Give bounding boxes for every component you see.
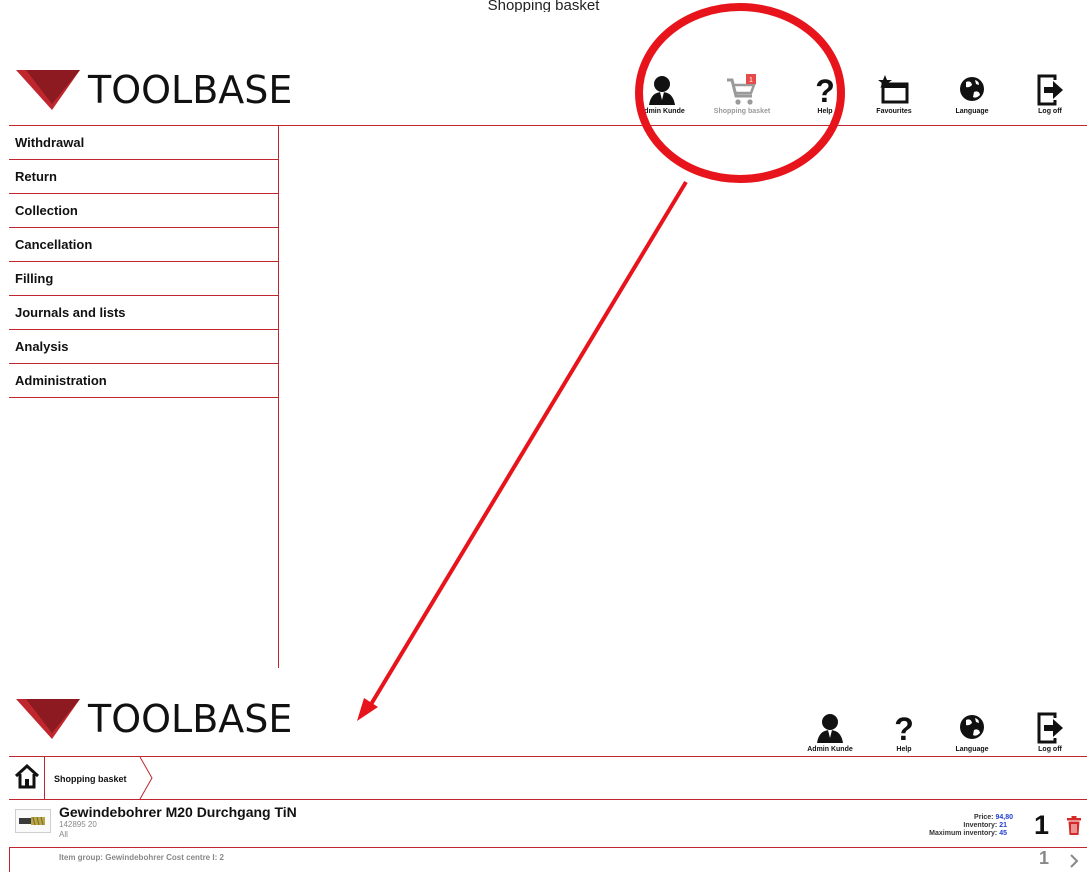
inventory-label: Inventory:: [963, 822, 998, 829]
menu-item-analysis[interactable]: Analysis: [9, 330, 278, 364]
header-admin-label: Admin Kunde: [639, 108, 685, 115]
bottom-header-admin-button[interactable]: Admin Kunde: [798, 712, 862, 753]
item-group: Item group: Gewindebohrer Cost centre I:…: [59, 853, 224, 862]
header-help-button[interactable]: ? Help: [793, 74, 857, 115]
header-favourites-button[interactable]: Favourites: [862, 74, 926, 115]
item-thumbnail: [15, 809, 51, 833]
app-logo: TOOLBASE: [16, 68, 292, 112]
main-menu: Withdrawal Return Collection Cancellatio…: [9, 126, 278, 398]
breadcrumb-separator: [44, 757, 45, 799]
header-shopping-basket-label: Shopping basket: [713, 108, 771, 115]
user-icon: [817, 714, 843, 743]
chevron-right-icon[interactable]: [1068, 853, 1080, 869]
header-admin-button[interactable]: Admin Kunde: [630, 74, 694, 115]
price-label: Price:: [974, 814, 994, 821]
bottom-header-logoff-button[interactable]: Log off: [1018, 712, 1082, 753]
inventory-value: 21: [999, 822, 1007, 829]
svg-text:?: ?: [815, 74, 835, 106]
menu-item-filling[interactable]: Filling: [9, 262, 278, 296]
home-icon[interactable]: [13, 762, 41, 790]
header-language-label: Language: [955, 108, 989, 115]
header-logoff-label: Log off: [1038, 108, 1062, 115]
header-favourites-label: Favourites: [876, 108, 912, 115]
item-inventory: Inventory: 21: [963, 822, 1007, 829]
logo-mark-icon: [16, 70, 80, 110]
item-divider: [9, 847, 1087, 848]
logo-text-bottom: TOOLBASE: [88, 697, 293, 741]
header-language-button[interactable]: Language: [940, 74, 1004, 115]
menu-item-withdrawal[interactable]: Withdrawal: [9, 126, 278, 160]
globe-icon: [960, 715, 984, 739]
bottom-header-divider: [9, 756, 1087, 757]
tap-drill-image: [19, 816, 45, 826]
partial-top-text: Shopping basket: [487, 0, 600, 12]
max-inventory-value: 45: [999, 830, 1007, 837]
user-icon: [649, 76, 675, 105]
trash-icon[interactable]: [1066, 816, 1082, 836]
item-quantity[interactable]: 1: [1034, 810, 1049, 841]
logoff-icon: [1037, 712, 1063, 744]
breadcrumb-divider: [9, 799, 1087, 800]
menu-item-return[interactable]: Return: [9, 160, 278, 194]
bottom-header-help-button[interactable]: ? Help: [872, 712, 936, 753]
item-name[interactable]: Gewindebohrer M20 Durchgang TiN: [59, 804, 297, 820]
header-help-label: Help: [817, 108, 833, 115]
max-inventory-label: Maximum inventory:: [929, 830, 998, 837]
menu-divider: [278, 125, 279, 668]
breadcrumb-current[interactable]: Shopping basket: [54, 774, 127, 784]
logo-mark-icon: [16, 699, 80, 739]
item-number: 142895 20: [59, 820, 97, 829]
cart-badge: 1: [749, 77, 753, 84]
bottom-header-admin-label: Admin Kunde: [807, 746, 853, 753]
annotation-arrow-line: [368, 180, 688, 708]
globe-icon: [960, 77, 984, 101]
svg-text:?: ?: [894, 712, 914, 744]
menu-item-journals-and-lists[interactable]: Journals and lists: [9, 296, 278, 330]
help-icon: ?: [894, 712, 914, 744]
header-logoff-button[interactable]: Log off: [1018, 74, 1082, 115]
bottom-header-help-label: Help: [896, 746, 912, 753]
logoff-icon: [1037, 74, 1063, 106]
bottom-header-language-label: Language: [955, 746, 989, 753]
annotation-arrow-head: [357, 698, 378, 721]
bottom-header-language-button[interactable]: Language: [940, 712, 1004, 753]
cart-icon: 1: [727, 74, 756, 105]
favourites-icon: [878, 75, 909, 104]
menu-item-administration[interactable]: Administration: [9, 364, 278, 398]
header-shopping-basket-button[interactable]: 1 Shopping basket: [710, 74, 774, 115]
price-value: 94,80: [995, 814, 1013, 821]
help-icon: ?: [815, 74, 835, 106]
app-logo-bottom: TOOLBASE: [16, 697, 292, 741]
logo-text: TOOLBASE: [88, 68, 293, 112]
item-price: Price: 94,80: [974, 814, 1013, 821]
bottom-header-logoff-label: Log off: [1038, 746, 1062, 753]
item-quantity-secondary: 1: [1039, 848, 1050, 868]
menu-item-cancellation[interactable]: Cancellation: [9, 228, 278, 262]
item-scope: All: [59, 830, 68, 839]
item-max-inventory: Maximum inventory: 45: [929, 830, 1007, 837]
menu-item-collection[interactable]: Collection: [9, 194, 278, 228]
item-detail-left-border: [9, 847, 10, 872]
